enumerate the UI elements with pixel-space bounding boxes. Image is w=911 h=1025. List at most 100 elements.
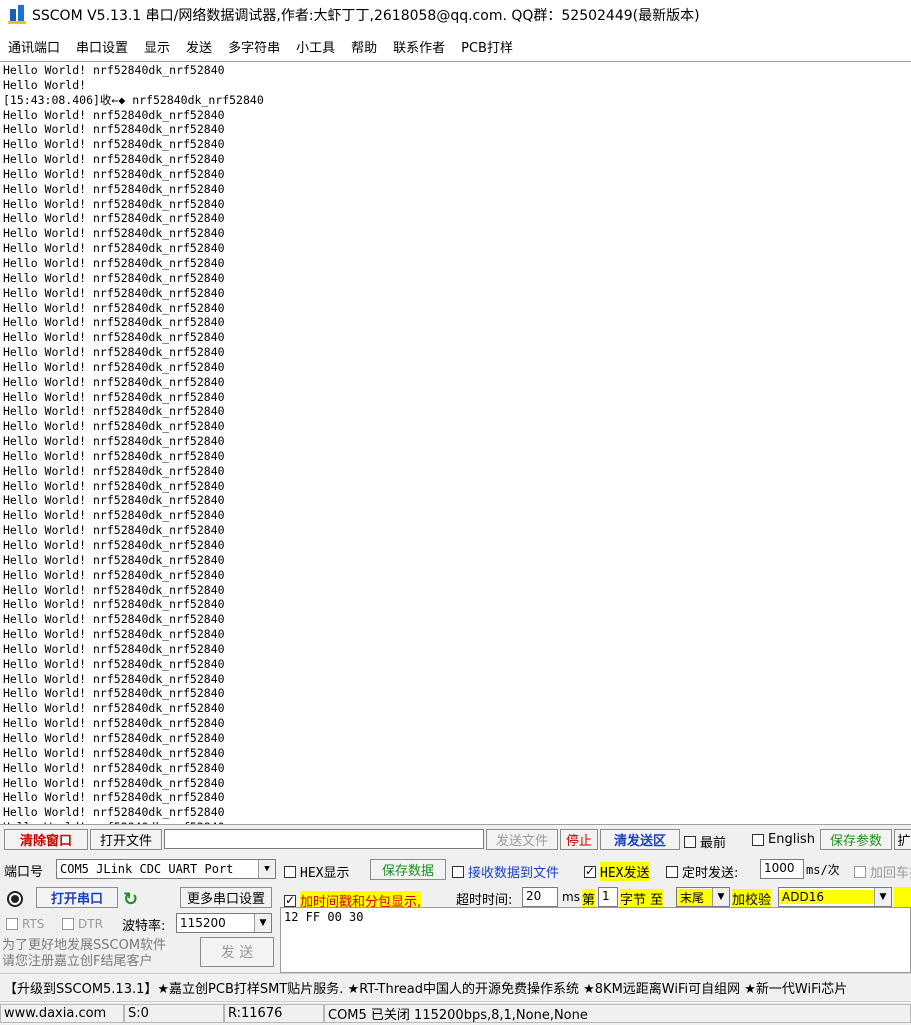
save-data-button[interactable]: 保存数据 <box>370 859 446 880</box>
chevron-down-icon: ▼ <box>254 914 271 932</box>
receive-line: Hello World! nrf52840dk_nrf52840 <box>3 552 225 567</box>
receive-line: Hello World! nrf52840dk_nrf52840 <box>3 538 225 552</box>
receive-line: Hello World! nrf52840dk_nrf52840 <box>3 404 225 419</box>
menu-contact-author[interactable]: 联系作者 <box>385 37 453 56</box>
receive-line: Hello World! nrf52840dk_nrf52840 <box>3 745 225 760</box>
receive-line: Hello World! nrf52840dk_nrf52840 <box>3 300 225 315</box>
receive-line: Hello World! nrf52840dk_nrf52840 <box>3 285 225 300</box>
promo-line-1: 为了更好地发展SSCOM软件 <box>2 938 167 953</box>
receive-area[interactable]: Hello World! nrf52840dk_nrf52840 Hello W… <box>0 61 911 824</box>
receive-line: Hello World! nrf52840dk_nrf52840 <box>3 463 225 478</box>
timed-send-label: 定时发送: <box>682 866 739 881</box>
rts-checkbox[interactable]: RTS <box>6 917 44 931</box>
add-crlf-label: 加回车换行 <box>870 866 911 881</box>
baud-select[interactable]: 115200 ▼ <box>176 913 272 933</box>
rts-label: RTS <box>22 917 45 931</box>
add-crlf-checkbox[interactable]: 加回车换行 <box>854 862 911 881</box>
timeout-input[interactable]: 20 <box>522 887 558 907</box>
receive-line: Hello World! nrf52840dk_nrf52840 <box>3 686 225 701</box>
hex-display-label: HEX显示 <box>300 866 350 881</box>
send-file-button[interactable]: 发送文件 <box>486 829 558 850</box>
clear-send-button[interactable]: 清发送区 <box>600 829 680 850</box>
refresh-icon[interactable]: ↻ <box>123 889 138 910</box>
receive-line: Hello World! nrf52840dk_nrf52840 <box>3 152 225 167</box>
hex-display-checkbox[interactable]: HEX显示 <box>284 862 349 881</box>
status-bar: www.daxia.com S:0 R:11676 COM5 已关闭 11520… <box>0 1001 911 1025</box>
byte-from-input[interactable]: 1 <box>598 887 618 907</box>
receive-line: Hello World! nrf52840dk_nrf52840 <box>3 166 225 181</box>
byte-to-select[interactable]: 末尾 ▼ <box>676 887 730 907</box>
byte-from-prefix: 第 <box>582 889 596 908</box>
menu-display[interactable]: 显示 <box>136 37 178 56</box>
dtr-label: DTR <box>78 917 103 931</box>
status-received: R:11676 <box>224 1004 324 1023</box>
receive-line: Hello World! nrf52840dk_nrf52840 <box>3 122 225 137</box>
status-sent: S:0 <box>124 1004 224 1023</box>
more-port-settings-button[interactable]: 更多串口设置 <box>180 887 272 908</box>
open-port-button[interactable]: 打开串口 <box>36 887 118 908</box>
clear-window-button[interactable]: 清除窗口 <box>4 829 88 850</box>
receive-line: Hello World! nrf52840dk_nrf52840 <box>3 374 225 389</box>
receive-line: Hello World! nrf52840dk_nrf52840 <box>3 597 225 612</box>
ticker-text[interactable]: 【升级到SSCOM5.13.1】★嘉立创PCB打样SMT贴片服务. ★RT-Th… <box>0 978 847 997</box>
control-panel: 清除窗口 打开文件 发送文件 停止 清发送区 最前 English 保存参数 扩… <box>0 824 911 973</box>
hex-send-label: HEX发送 <box>600 862 650 881</box>
port-select-value: COM5 JLink CDC UART Port <box>60 862 234 876</box>
port-select[interactable]: COM5 JLink CDC UART Port ▼ <box>56 859 276 879</box>
menu-bar: 通讯端口 串口设置 显示 发送 多字符串 小工具 帮助 联系作者 PCB打样 <box>0 34 911 58</box>
menu-send[interactable]: 发送 <box>178 37 220 56</box>
timed-send-checkbox[interactable]: 定时发送: <box>666 862 738 881</box>
receive-line: Hello World! nrf52840dk_nrf52840 <box>3 760 225 775</box>
topmost-checkbox[interactable]: 最前 <box>684 832 726 851</box>
byte-to-value: 末尾 <box>677 888 712 906</box>
hex-send-checkbox[interactable]: HEX发送 <box>584 862 650 881</box>
receive-line: Hello World! nrf52840dk_nrf52840 <box>3 137 225 152</box>
chevron-down-icon: ▼ <box>258 860 275 878</box>
save-params-button[interactable]: 保存参数 <box>820 829 892 850</box>
stop-button[interactable]: 停止 <box>560 829 598 850</box>
english-checkbox[interactable]: English <box>752 832 815 847</box>
receive-line: Hello World! nrf52840dk_nrf52840 <box>3 434 225 449</box>
window-title: SSCOM V5.13.1 串口/网络数据调试器,作者:大虾丁丁,2618058… <box>32 8 700 24</box>
expand-button[interactable]: 扩 <box>894 829 911 850</box>
send-input[interactable]: 12 FF 00 30 <box>280 907 911 973</box>
receive-line: Hello World! nrf52840dk_nrf52840 <box>3 255 225 270</box>
status-site[interactable]: www.daxia.com <box>0 1004 124 1023</box>
receive-line: [15:43:08.406]收←◆ nrf52840dk_nrf52840 <box>3 92 264 107</box>
baud-value: 115200 <box>180 916 226 930</box>
checksum-value: ADD16 <box>779 890 874 904</box>
send-button[interactable]: 发 送 <box>200 937 274 967</box>
receive-line: Hello World! nrf52840dk_nrf52840 <box>3 701 225 716</box>
receive-line: Hello World! nrf52840dk_nrf52840 <box>3 345 225 360</box>
topmost-label: 最前 <box>700 836 727 851</box>
receive-line: Hello World! nrf52840dk_nrf52840 <box>3 775 225 790</box>
menu-comm-port[interactable]: 通讯端口 <box>0 37 68 56</box>
receive-line: Hello World! nrf52840dk_nrf52840 <box>3 523 225 538</box>
checksum-label: 加校验 <box>732 889 772 908</box>
receive-line: Hello World! nrf52840dk_nrf52840 <box>3 627 225 642</box>
menu-multi-string[interactable]: 多字符串 <box>220 37 288 56</box>
checksum-select[interactable]: ADD16 ▼ <box>778 887 892 907</box>
receive-line: Hello World! nrf52840dk_nrf52840 <box>3 211 225 226</box>
receive-line: Hello World! nrf52840dk_nrf52840 <box>3 196 225 211</box>
port-label: 端口号 <box>4 865 44 880</box>
receive-line: Hello World! nrf52840dk_nrf52840 <box>3 641 225 656</box>
chevron-down-icon: ▼ <box>874 888 891 906</box>
menu-tools[interactable]: 小工具 <box>288 37 343 56</box>
receive-line: Hello World! nrf52840dk_nrf52840 <box>3 567 225 582</box>
open-file-button[interactable]: 打开文件 <box>90 829 162 850</box>
recv-to-file-checkbox[interactable]: 接收数据到文件 <box>452 862 559 881</box>
receive-line: Hello World! nrf52840dk_nrf52840 <box>3 63 225 77</box>
dtr-checkbox[interactable]: DTR <box>62 917 103 931</box>
receive-line: Hello World! nrf52840dk_nrf52840 <box>3 359 225 374</box>
receive-line: Hello World! nrf52840dk_nrf52840 <box>3 270 225 285</box>
menu-serial-settings[interactable]: 串口设置 <box>68 37 136 56</box>
file-path-input[interactable] <box>164 829 484 849</box>
receive-line: Hello World! nrf52840dk_nrf52840 <box>3 448 225 463</box>
receive-line: Hello World! nrf52840dk_nrf52840 <box>3 181 225 196</box>
receive-line: Hello World! nrf52840dk_nrf52840 <box>3 716 225 731</box>
receive-line: Hello World! nrf52840dk_nrf52840 <box>3 315 225 330</box>
menu-help[interactable]: 帮助 <box>343 37 385 56</box>
menu-pcb-proof[interactable]: PCB打样 <box>453 37 521 56</box>
timed-interval-input[interactable]: 1000 <box>760 859 804 879</box>
